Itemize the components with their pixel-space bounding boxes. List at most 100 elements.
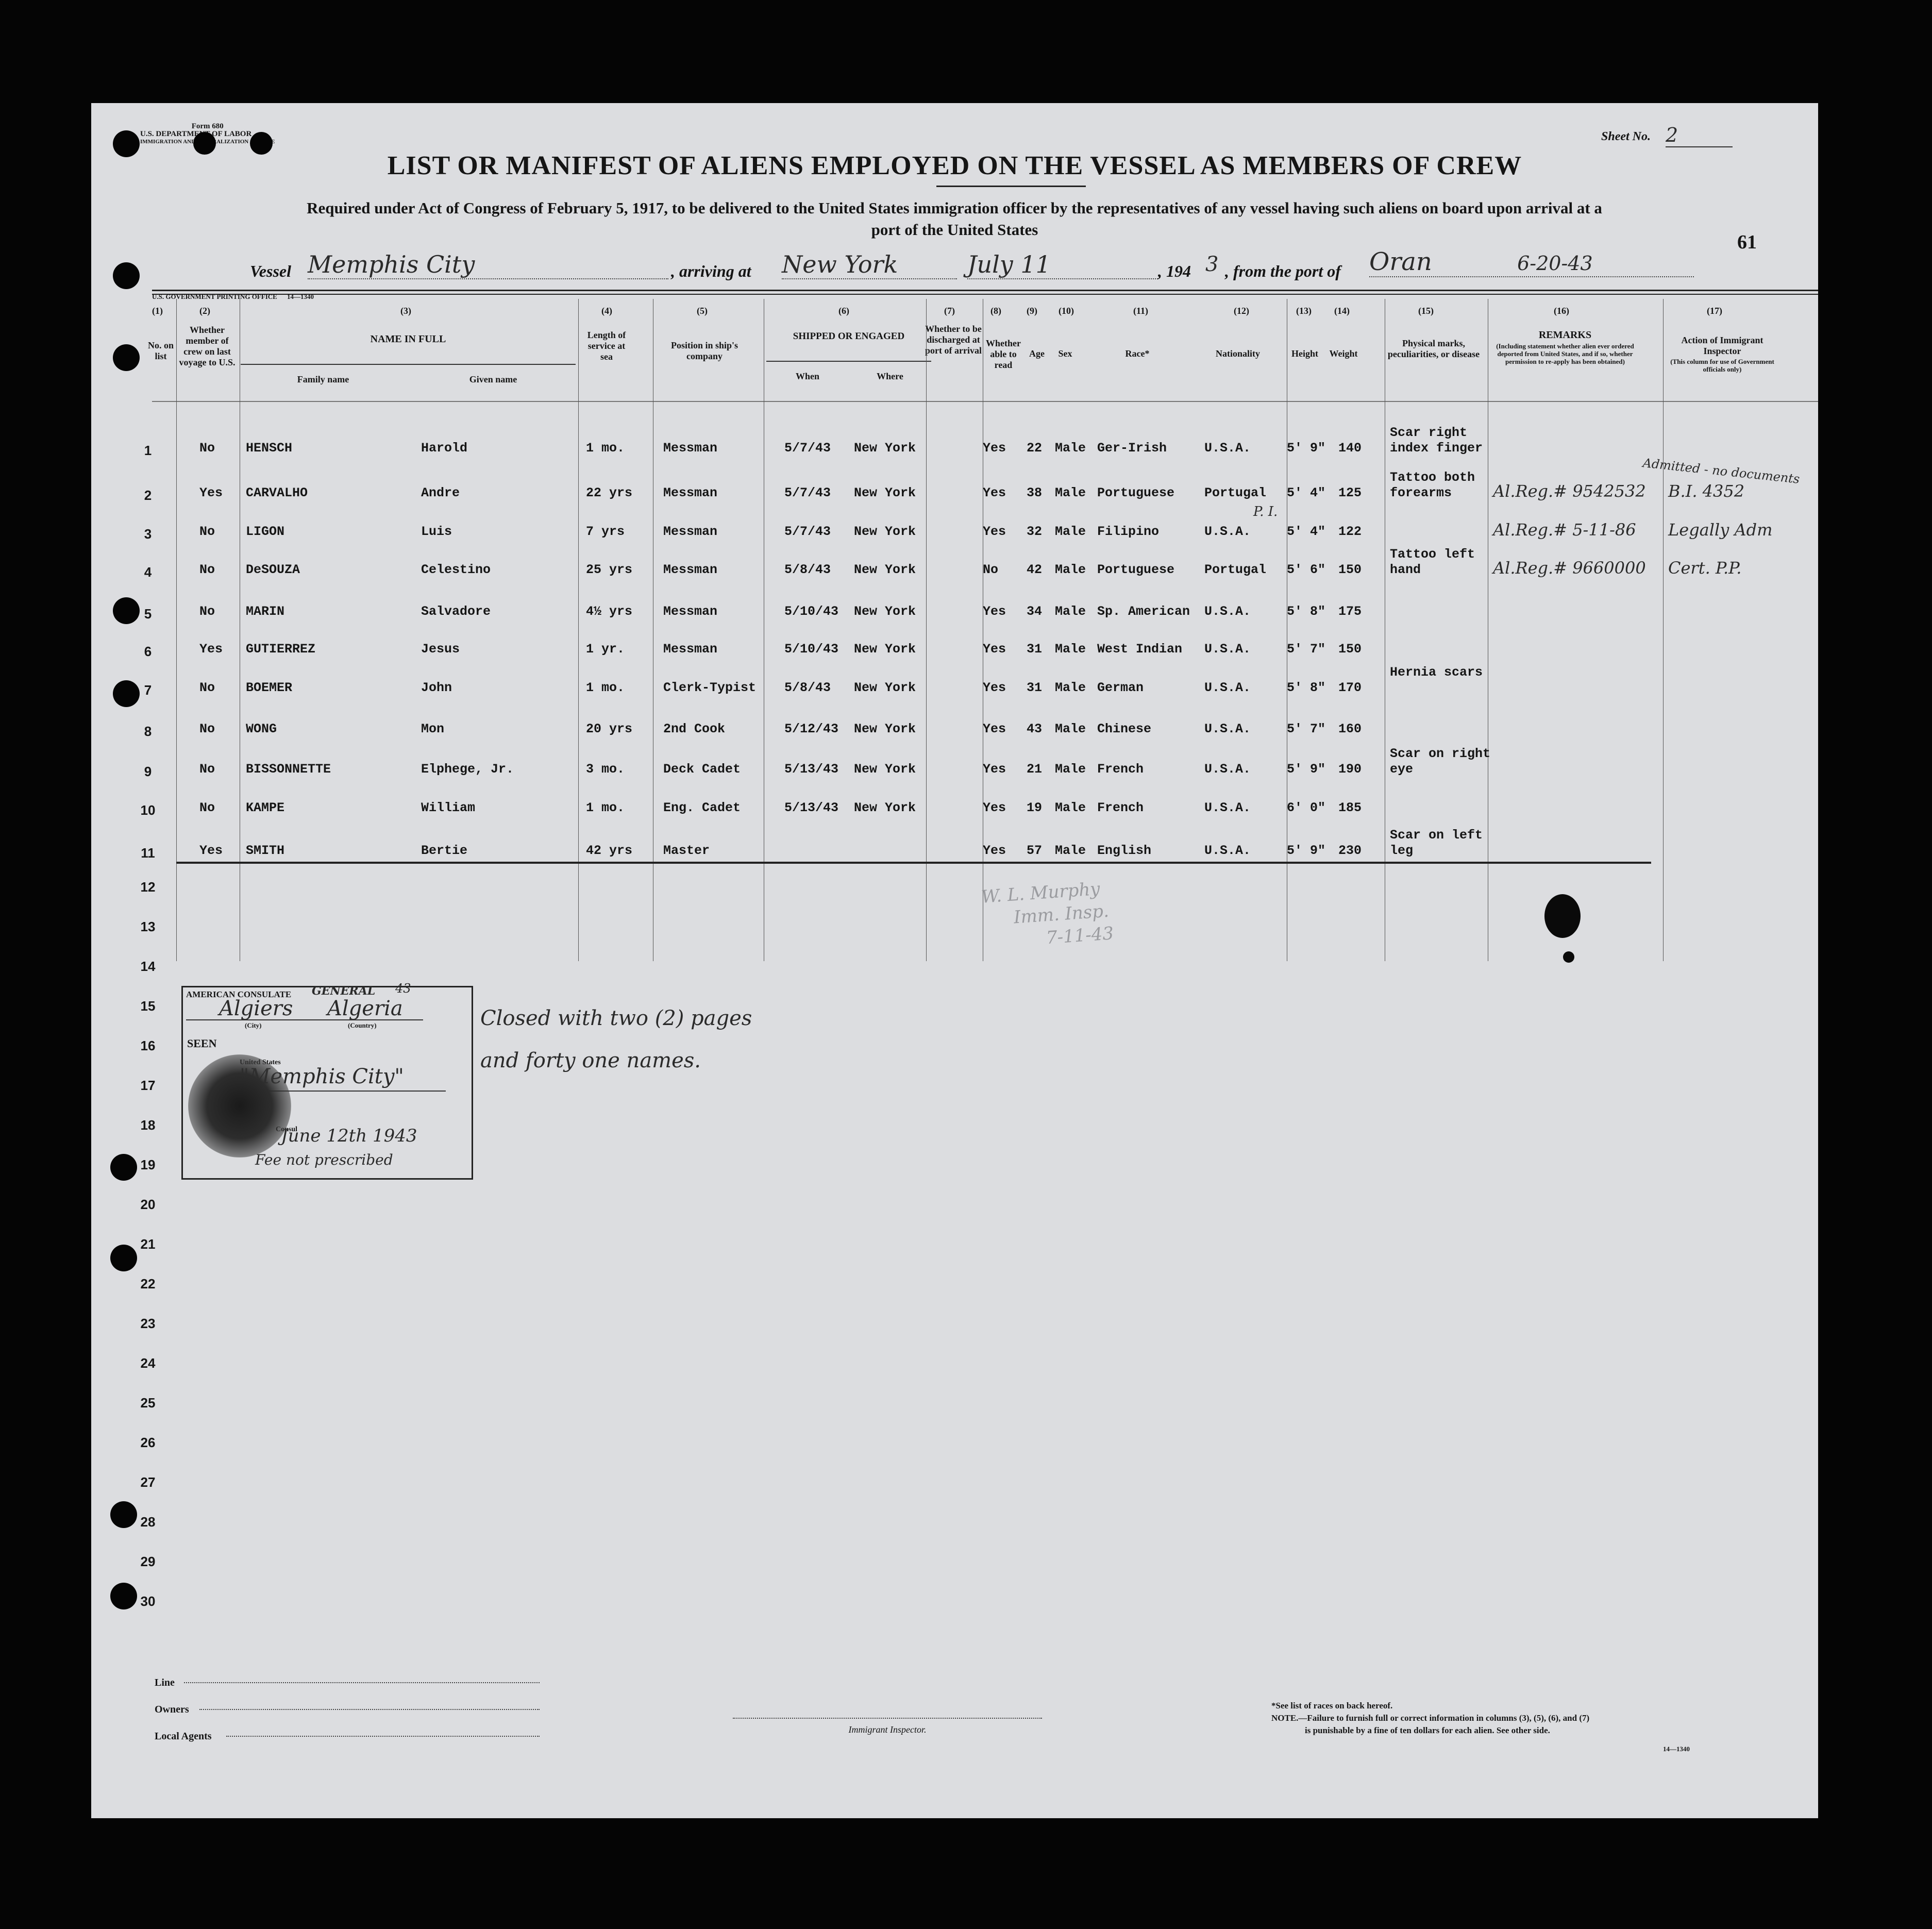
sheet-number: 2: [1666, 124, 1733, 147]
row-length-of-service: 20 yrs: [586, 722, 633, 736]
row-shipped-when: 5/12/43: [784, 722, 839, 736]
row-given-name: Luis: [421, 524, 452, 539]
row-age: 22: [1027, 441, 1043, 456]
col-head-5: Position in ship's company: [670, 340, 738, 361]
row-number-empty: 24: [140, 1355, 156, 1371]
row-nationality: U.S.A.: [1204, 800, 1251, 815]
punch-hole: [113, 680, 140, 707]
row-number: 1: [144, 443, 152, 458]
col-head-6-where: Where: [877, 371, 903, 381]
row-nationality: U.S.A.: [1204, 680, 1251, 695]
row-number-empty: 23: [140, 1316, 156, 1331]
inspector-signature-field[interactable]: [733, 1718, 1042, 1719]
col-head-11: Race*: [1125, 348, 1150, 359]
ink-blot: [1544, 894, 1581, 938]
row-weight: 170: [1338, 680, 1362, 695]
row-weight: 190: [1338, 762, 1362, 777]
stamp-rule: [186, 1019, 423, 1020]
col-num-4: (4): [601, 306, 612, 316]
row-sex: Male: [1055, 562, 1086, 577]
row-able-to-read: Yes: [983, 843, 1006, 858]
consulate-city: Algiers: [219, 997, 293, 1020]
row-given-name: Elphege, Jr.: [421, 762, 514, 777]
row-height: 6' 0": [1287, 800, 1326, 815]
immigrant-inspector-label: Immigrant Inspector.: [848, 1724, 927, 1735]
row-shipped-when: 5/7/43: [784, 441, 831, 456]
row-shipped-where: New York: [854, 642, 916, 657]
row-shipped-when: 5/10/43: [784, 604, 839, 619]
row-length-of-service: 1 mo.: [586, 441, 625, 456]
row-age: 21: [1027, 762, 1043, 777]
row-length-of-service: 1 yr.: [586, 642, 625, 657]
consulate-seal: [188, 1054, 291, 1158]
row-prior-voyage: No: [199, 762, 215, 777]
row-weight: 230: [1338, 843, 1362, 858]
row-position: Eng. Cadet: [663, 800, 741, 815]
arrival-date: July 11: [967, 250, 1158, 279]
row-number: 6: [144, 644, 152, 659]
row-length-of-service: 4½ yrs: [586, 604, 633, 619]
row-race: French: [1097, 800, 1144, 815]
row-inspector-action: B.I. 4352: [1668, 481, 1745, 501]
departure-port: Oran 6-20-43: [1369, 247, 1694, 277]
local-agents-field[interactable]: [226, 1736, 540, 1737]
row-shipped-when: 5/13/43: [784, 762, 839, 777]
row-family-name: LIGON: [246, 524, 285, 539]
ink-blot-small: [1563, 951, 1574, 963]
punch-hole: [110, 1154, 137, 1181]
row-number-empty: 22: [140, 1276, 156, 1291]
row-shipped-when: 5/10/43: [784, 642, 839, 657]
col-head-3-given: Given name: [469, 374, 517, 384]
row-position: Messman: [663, 485, 718, 500]
row-shipped-where: New York: [854, 485, 916, 500]
row-shipped-where: New York: [854, 800, 916, 815]
row-number: 8: [144, 724, 152, 739]
row-able-to-read: Yes: [983, 485, 1006, 500]
row-given-name: Andre: [421, 485, 460, 500]
row-prior-voyage: No: [199, 441, 215, 456]
row-race: Portuguese: [1097, 562, 1175, 577]
vessel-label: Vessel: [250, 262, 291, 280]
row-prior-voyage: Yes: [199, 843, 223, 858]
col-head-16-sub: (Including statement whether alien ever …: [1496, 342, 1634, 365]
row-number-empty: 16: [140, 1038, 156, 1053]
row-number: 9: [144, 764, 152, 779]
row-nationality: U.S.A.: [1204, 604, 1251, 619]
punch-hole: [113, 344, 140, 371]
row-age: 57: [1027, 843, 1043, 858]
row-prior-voyage: No: [199, 722, 215, 736]
row-nationality: U.S.A.: [1204, 762, 1251, 777]
seen-label: SEEN: [187, 1037, 217, 1050]
col-num-2: (2): [199, 306, 210, 316]
header-rule-bottom: [152, 401, 1818, 402]
row-position: 2nd Cook: [663, 722, 726, 736]
col-num-12: (12): [1234, 306, 1249, 316]
row-prior-voyage: No: [199, 562, 215, 577]
owners-field[interactable]: [199, 1709, 540, 1710]
row-given-name: Harold: [421, 441, 468, 456]
line-field[interactable]: [184, 1682, 540, 1683]
row-number-empty: 17: [140, 1078, 156, 1093]
row-family-name: BISSONNETTE: [246, 762, 331, 777]
punch-hole: [110, 1583, 137, 1609]
row-nationality: U.S.A.: [1204, 642, 1251, 657]
row-weight: 122: [1338, 524, 1362, 539]
row-number: 7: [144, 682, 152, 698]
col-num-6: (6): [838, 306, 849, 316]
row-length-of-service: 7 yrs: [586, 524, 625, 539]
row-race: West Indian: [1097, 642, 1183, 657]
row-weight: 185: [1338, 800, 1362, 815]
col-num-1: (1): [152, 306, 163, 316]
row-height: 5' 7": [1287, 642, 1326, 657]
row-sex: Male: [1055, 843, 1086, 858]
row-shipped-when: 5/13/43: [784, 800, 839, 815]
inspector-signature-date: 7-11-43: [1045, 923, 1115, 949]
city-label: (City): [245, 1021, 262, 1029]
row-number: 4: [144, 564, 152, 580]
page-number: 61: [1737, 231, 1757, 253]
row-shipped-when: 5/7/43: [784, 524, 831, 539]
row-given-name: Salvadore: [421, 604, 491, 619]
row-number-empty: 18: [140, 1117, 156, 1133]
row-race: English: [1097, 843, 1152, 858]
row-able-to-read: No: [983, 562, 999, 577]
